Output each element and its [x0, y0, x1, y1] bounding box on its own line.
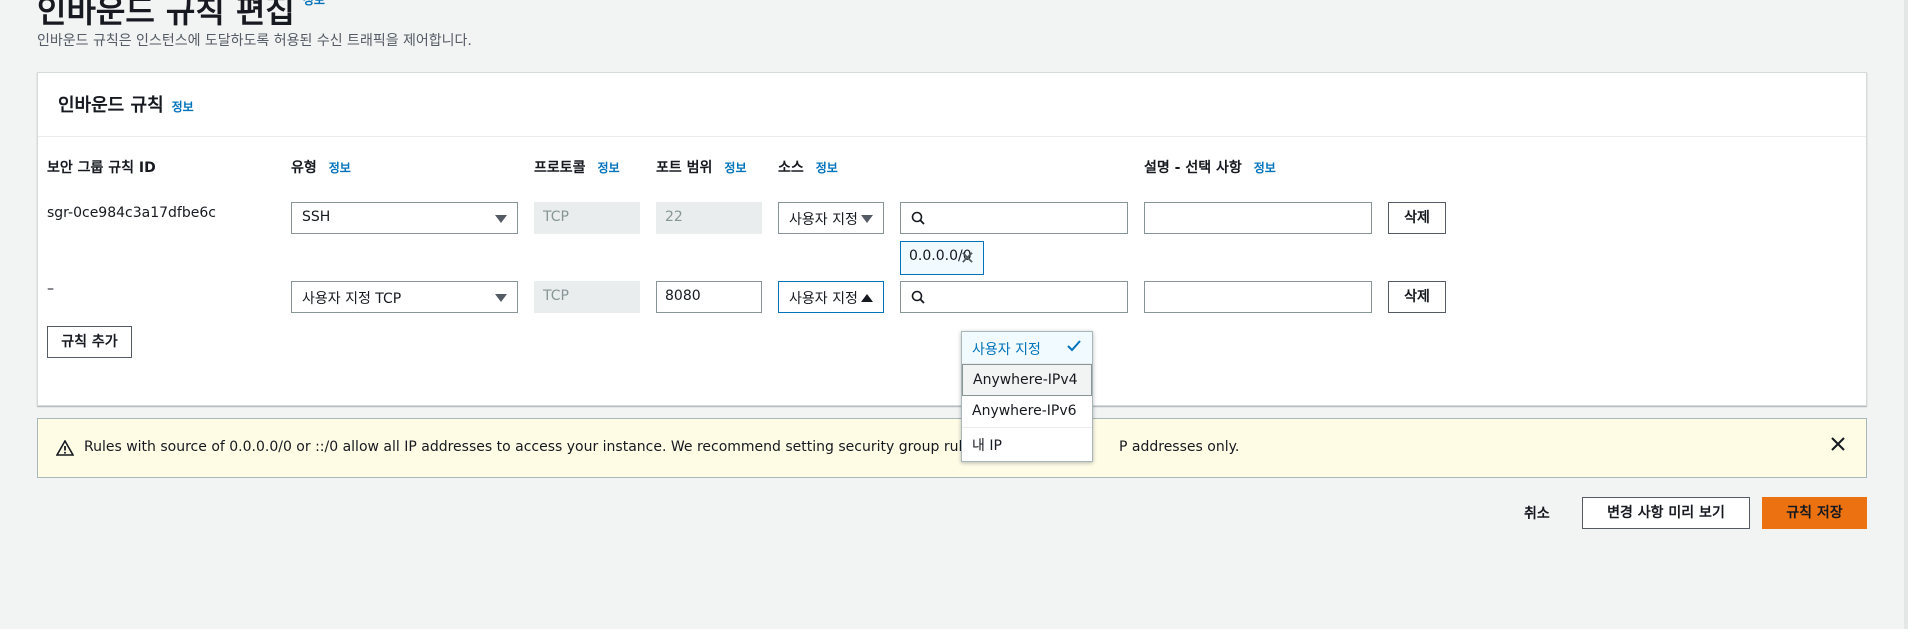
col-header-description: 설명 - 선택 사항 정보 — [1144, 160, 1276, 176]
type-info-link[interactable]: 정보 — [329, 161, 351, 175]
alert-text-before: Rules with source of 0.0.0.0/0 or ::/0 a… — [84, 439, 1051, 455]
source-select-value: 사용자 지정 — [789, 291, 858, 307]
check-icon — [1067, 340, 1081, 352]
source-search-input[interactable] — [900, 202, 1128, 234]
vertical-scrollbar[interactable] — [1904, 0, 1908, 629]
page-description: 인바운드 규칙은 인스턴스에 도달하도록 허용된 수신 트래픽을 제어합니다. — [37, 33, 472, 49]
col-header-port-range: 포트 범위 정보 — [656, 160, 747, 176]
caret-up-icon — [861, 294, 873, 302]
protocol-info-link[interactable]: 정보 — [598, 161, 620, 175]
inbound-rules-panel: 인바운드 규칙 정보 보안 그룹 규칙 ID 유형 정보 프로토콜 정보 포트 범위 정… — [37, 72, 1867, 406]
type-select-value: 사용자 지정 TCP — [302, 291, 402, 307]
panel-title: 인바운드 규칙 — [58, 95, 164, 116]
dropdown-option-anywhere-ipv4[interactable]: Anywhere-IPv4 — [962, 364, 1092, 396]
source-select[interactable]: 사용자 지정 — [778, 281, 884, 313]
page-title: 인바운드 규칙 편집 정보 — [37, 0, 325, 32]
type-select[interactable]: SSH — [291, 202, 518, 234]
caret-down-icon — [495, 215, 507, 223]
port-info-link[interactable]: 정보 — [724, 161, 746, 175]
type-select[interactable]: 사용자 지정 TCP — [291, 281, 518, 313]
protocol-field: TCP — [534, 281, 640, 313]
dropdown-option-anywhere-ipv6[interactable]: Anywhere-IPv6 — [962, 396, 1092, 428]
type-select-value: SSH — [302, 209, 331, 225]
port-range-field: 22 — [656, 202, 762, 234]
warning-icon — [56, 440, 74, 456]
source-search-input[interactable] — [900, 281, 1128, 313]
add-rule-button[interactable]: 규칙 추가 — [47, 326, 132, 358]
source-info-link[interactable]: 정보 — [816, 161, 838, 175]
dropdown-option-my-ip[interactable]: 내 IP — [962, 428, 1092, 460]
remove-token-icon[interactable]: ✕ — [960, 248, 975, 269]
cidr-token: 0.0.0.0/0 ✕ — [900, 241, 984, 275]
panel-info-link[interactable]: 정보 — [172, 100, 194, 114]
page-title-info-link[interactable]: 정보 — [303, 0, 325, 7]
port-range-input[interactable]: 8080 — [656, 281, 762, 313]
col-header-rule-id: 보안 그룹 규칙 ID — [47, 160, 156, 176]
caret-down-icon — [495, 294, 507, 302]
rule-id-text: – — [47, 281, 54, 297]
protocol-field: TCP — [534, 202, 640, 234]
col-header-protocol: 프로토콜 정보 — [534, 160, 620, 176]
source-select[interactable]: 사용자 지정 — [778, 202, 884, 234]
dropdown-option-custom[interactable]: 사용자 지정 — [962, 332, 1092, 364]
save-rules-button[interactable]: 규칙 저장 — [1762, 497, 1867, 529]
description-info-link[interactable]: 정보 — [1254, 161, 1276, 175]
cancel-button[interactable]: 취소 — [1524, 503, 1550, 523]
preview-changes-button[interactable]: 변경 사항 미리 보기 — [1582, 497, 1750, 529]
caret-down-icon — [861, 215, 873, 223]
panel-header: 인바운드 규칙 정보 — [38, 73, 1866, 137]
close-icon[interactable] — [1830, 436, 1846, 452]
warning-alert: Rules with source of 0.0.0.0/0 or ::/0 a… — [37, 418, 1867, 478]
alert-text-after: P addresses only. — [1119, 439, 1240, 455]
search-icon — [911, 290, 925, 304]
description-field[interactable] — [1144, 281, 1372, 313]
delete-rule-button[interactable]: 삭제 — [1388, 281, 1446, 313]
description-field[interactable] — [1144, 202, 1372, 234]
col-header-source: 소스 정보 — [778, 160, 838, 176]
col-header-type: 유형 정보 — [291, 160, 351, 176]
source-select-value: 사용자 지정 — [789, 212, 858, 228]
search-icon — [911, 211, 925, 225]
rule-id-text: sgr-0ce984c3a17dfbe6c — [47, 205, 216, 221]
delete-rule-button[interactable]: 삭제 — [1388, 202, 1446, 234]
source-dropdown-menu: 사용자 지정 Anywhere-IPv4 Anywhere-IPv6 내 IP — [961, 331, 1093, 462]
